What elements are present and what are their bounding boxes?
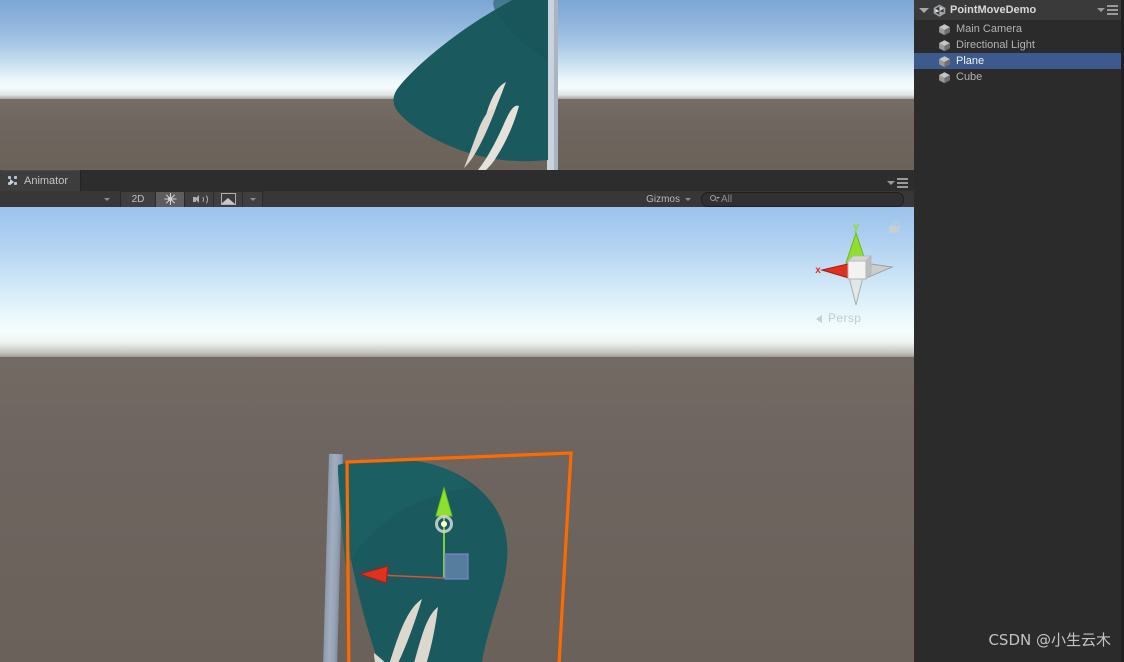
chevron-down-icon[interactable] (919, 7, 929, 13)
hierarchy-item-main-camera[interactable]: Main Camera (914, 21, 1123, 37)
hierarchy-item-label: Cube (956, 71, 983, 83)
scene-search-value: All (721, 193, 733, 205)
animator-icon (8, 175, 19, 187)
hierarchy-panel: PointMoveDemo Main Camera Directional Li… (914, 0, 1124, 662)
unity-scene-icon (933, 4, 946, 17)
image-icon (220, 193, 236, 205)
hierarchy-header: PointMoveDemo (914, 0, 1124, 21)
speaker-icon (192, 194, 208, 205)
panel-options-button[interactable] (887, 178, 914, 191)
tab-animator[interactable]: Animator (0, 170, 82, 191)
watermark: CSDN @小生云木 (988, 631, 1111, 649)
toggle-2d-button[interactable]: 2D (120, 190, 156, 208)
hierarchy-item-label: Plane (956, 55, 985, 67)
toggle-2d-label: 2D (131, 193, 145, 205)
hierarchy-item-plane[interactable]: Plane (914, 53, 1123, 69)
gizmos-dropdown[interactable]: Gizmos (640, 192, 697, 207)
chevron-down-icon (1097, 7, 1105, 12)
hierarchy-options-button[interactable] (1097, 5, 1120, 15)
hierarchy-item-cube[interactable]: Cube (914, 69, 1123, 85)
panel-options-icon (897, 178, 908, 188)
search-icon (710, 195, 720, 203)
effects-dropdown[interactable] (243, 190, 263, 208)
draw-mode-dropdown[interactable] (98, 192, 116, 207)
chevron-down-icon (104, 197, 110, 201)
scene-view-sky (0, 207, 914, 359)
game-view[interactable] (0, 0, 914, 170)
animator-tab-bar: Animator (0, 170, 914, 192)
chevron-down-icon (249, 197, 256, 201)
toggle-audio-button[interactable] (185, 190, 214, 208)
hierarchy-scene-title: PointMoveDemo (950, 4, 1037, 16)
scene-view[interactable]: y x Persp (0, 207, 914, 662)
toggle-lighting-button[interactable] (156, 190, 185, 208)
hierarchy-item-label: Directional Light (956, 39, 1035, 51)
hierarchy-item-label: Main Camera (956, 23, 1023, 35)
scene-toolbar-left: 2D (0, 190, 263, 208)
tab-animator-label: Animator (24, 175, 69, 187)
scene-search-input[interactable]: All (701, 191, 904, 207)
viewport-column: Animator 2D Gizmos All y x Persp (0, 0, 914, 662)
unity-editor-window: Animator 2D Gizmos All y x Persp PointMo… (0, 0, 1124, 662)
scene-toolbar: 2D Gizmos All (0, 190, 914, 208)
hierarchy-list[interactable]: Main Camera Directional Light Plane Cube… (914, 21, 1124, 662)
chevron-down-icon (887, 180, 895, 185)
chevron-down-icon (685, 197, 691, 201)
hierarchy-item-directional-light[interactable]: Directional Light (914, 37, 1123, 53)
cube-icon (938, 23, 951, 36)
scene-view-ground (0, 357, 914, 662)
game-view-flag-render (393, 0, 558, 170)
scene-toolbar-right: Gizmos All (640, 191, 914, 207)
gizmos-label: Gizmos (646, 193, 680, 205)
panel-options-icon (1107, 5, 1118, 15)
cube-icon (938, 39, 951, 52)
toggle-effects-button[interactable] (214, 190, 243, 208)
sun-icon (164, 193, 176, 205)
cube-icon (938, 71, 951, 84)
cube-icon (938, 55, 951, 68)
